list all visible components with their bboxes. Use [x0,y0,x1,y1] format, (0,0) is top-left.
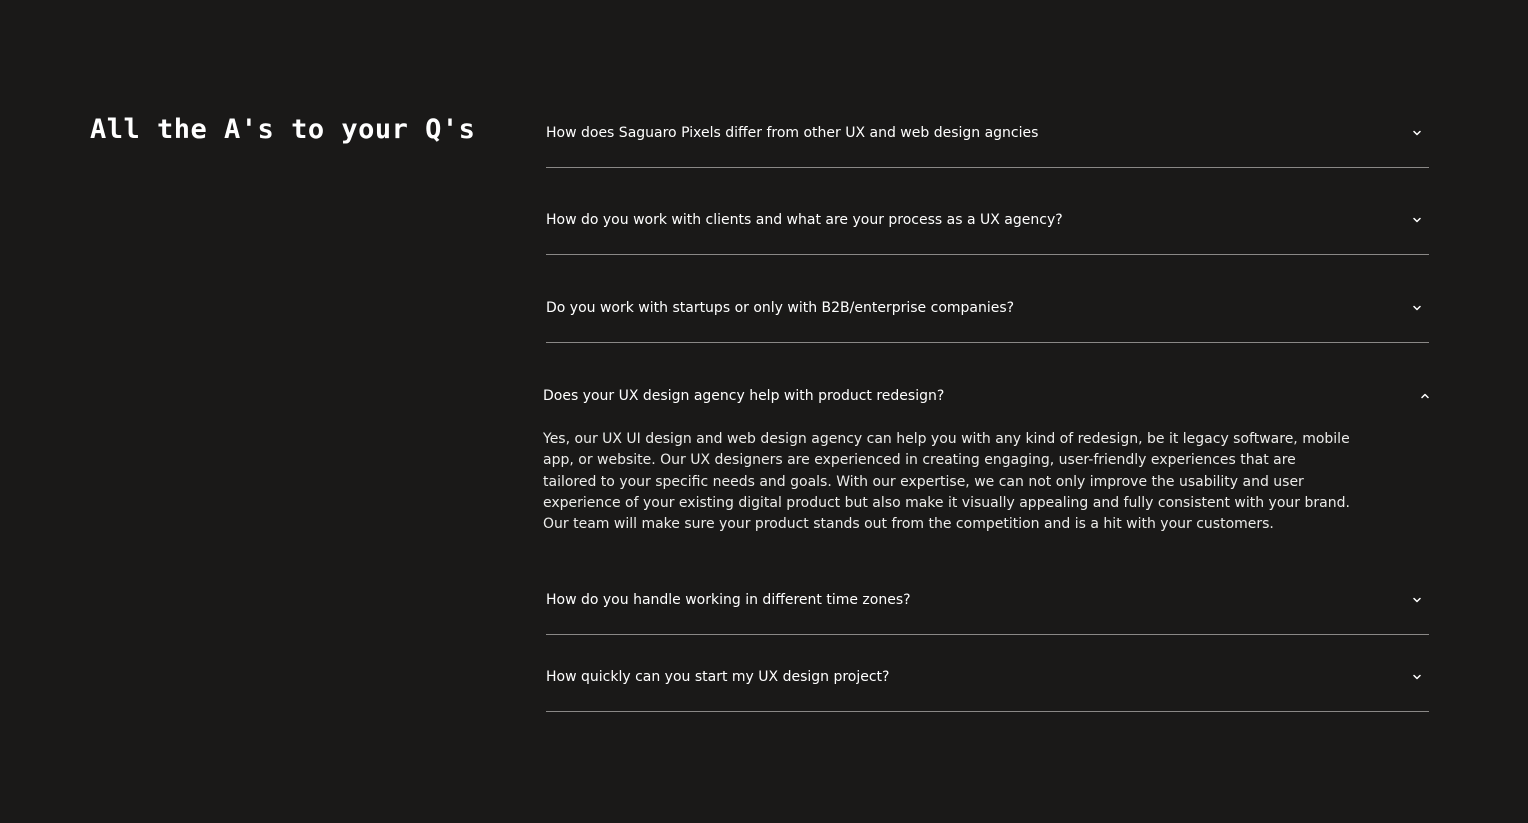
chevron-down-icon[interactable] [1413,216,1421,224]
faq-item: How do you work with clients and what ar… [546,208,1429,255]
chevron-down-icon[interactable] [1413,673,1421,681]
faq-question-toggle[interactable]: How does Saguaro Pixels differ from othe… [546,121,1429,168]
faq-item: How does Saguaro Pixels differ from othe… [546,121,1429,168]
chevron-up-icon[interactable] [1421,392,1429,400]
faq-question-text: Does your UX design agency help with pro… [543,388,945,404]
faq-question-text: How does Saguaro Pixels differ from othe… [546,125,1039,141]
chevron-down-icon[interactable] [1413,129,1421,137]
faq-item-expanded: Does your UX design agency help with pro… [543,384,1429,535]
section-heading: All the A's to your Q's [90,114,476,145]
faq-item: Do you work with startups or only with B… [546,296,1429,343]
faq-question-text: How quickly can you start my UX design p… [546,669,890,685]
faq-answer-text: Yes, our UX UI design and web design age… [543,431,1350,533]
faq-question-toggle[interactable]: Do you work with startups or only with B… [546,296,1429,343]
chevron-down-icon[interactable] [1413,304,1421,312]
faq-item: How do you handle working in different t… [546,588,1429,635]
faq-question-text: How do you handle working in different t… [546,592,911,608]
faq-question-toggle[interactable]: Does your UX design agency help with pro… [543,384,1429,408]
faq-question-text: How do you work with clients and what ar… [546,212,1063,228]
faq-question-text: Do you work with startups or only with B… [546,300,1015,316]
faq-question-toggle[interactable]: How do you handle working in different t… [546,588,1429,635]
chevron-down-icon[interactable] [1413,596,1421,604]
faq-question-toggle[interactable]: How do you work with clients and what ar… [546,208,1429,255]
faq-accordion: How does Saguaro Pixels differ from othe… [543,0,1429,823]
faq-question-toggle[interactable]: How quickly can you start my UX design p… [546,665,1429,712]
faq-item: How quickly can you start my UX design p… [546,665,1429,712]
